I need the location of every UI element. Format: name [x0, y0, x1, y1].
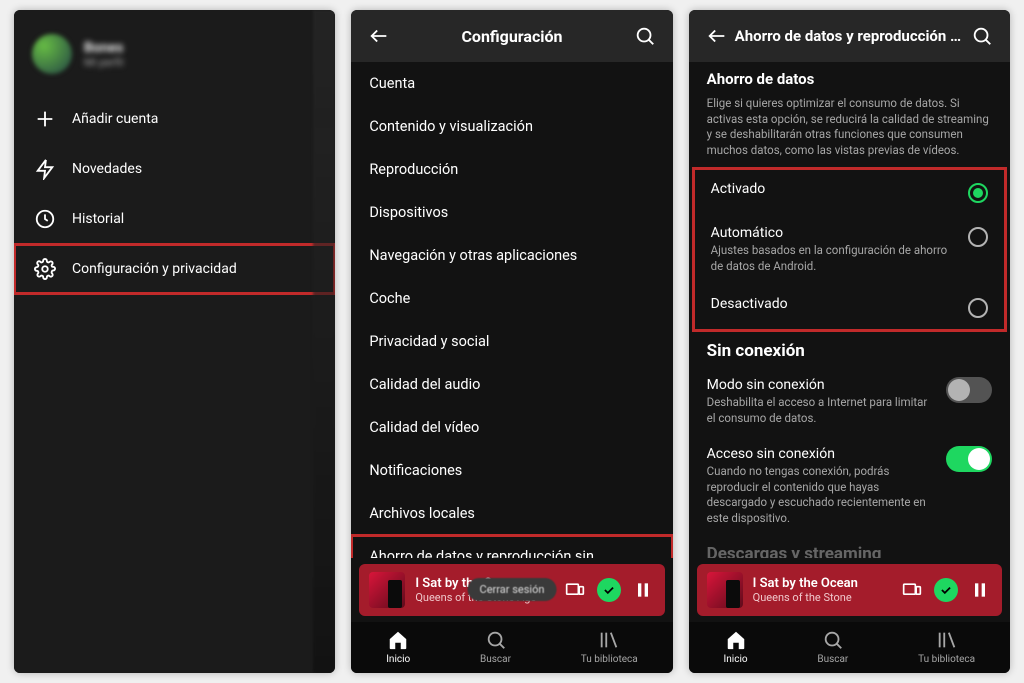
home-icon — [724, 628, 748, 652]
radio-icon — [968, 227, 988, 247]
nav-home[interactable]: Inicio — [386, 628, 410, 665]
switch-icon — [946, 446, 992, 472]
radio-group: Activado Automático Ajustes basados en l… — [693, 168, 1006, 331]
nav-search[interactable]: Buscar — [480, 628, 511, 665]
topbar: Configuración — [351, 10, 672, 62]
page-title: Ahorro de datos y reproducción sin — [729, 27, 970, 45]
profile-subtitle: Mi perfil — [84, 56, 124, 69]
menu-news[interactable]: Novedades — [14, 144, 335, 194]
hidden-heading: Descargas y streaming — [689, 536, 1010, 558]
menu-settings-privacy[interactable]: Configuración y privacidad — [14, 244, 335, 294]
settings-item[interactable]: Dispositivos — [351, 191, 672, 234]
settings-list[interactable]: Cuenta Contenido y visualización Reprodu… — [351, 62, 672, 558]
radio-automatico[interactable]: Automático Ajustes basados en la configu… — [693, 214, 1006, 285]
plus-icon — [34, 108, 56, 130]
settings-item[interactable]: Archivos locales — [351, 492, 672, 535]
data-saver-content[interactable]: Ahorro de datos Elige si quieres optimiz… — [689, 62, 1010, 558]
settings-item-data-saver[interactable]: Ahorro de datos y reproducción sin conex… — [351, 535, 672, 558]
bolt-icon — [34, 158, 56, 180]
settings-item[interactable]: Privacidad y social — [351, 320, 672, 363]
bottom-nav: Inicio Buscar Tu biblioteca — [351, 622, 672, 673]
settings-item[interactable]: Contenido y visualización — [351, 105, 672, 148]
page-title: Configuración — [391, 27, 632, 46]
avatar — [32, 34, 72, 74]
search-button[interactable] — [633, 24, 657, 48]
search-icon — [821, 628, 845, 652]
history-icon — [34, 208, 56, 230]
radio-icon — [968, 298, 988, 318]
search-icon — [484, 628, 508, 652]
library-icon — [597, 628, 621, 652]
nav-library[interactable]: Tu biblioteca — [581, 628, 638, 665]
menu-label: Historial — [72, 211, 124, 227]
menu-label: Añadir cuenta — [72, 111, 158, 127]
settings-item[interactable]: Coche — [351, 277, 672, 320]
settings-item[interactable]: Calidad del vídeo — [351, 406, 672, 449]
home-icon — [386, 628, 410, 652]
drawer-menu: Bones Mi perfil Añadir cuenta Novedades — [14, 10, 335, 673]
library-icon — [935, 628, 959, 652]
check-icon[interactable] — [934, 578, 958, 602]
back-button[interactable] — [367, 24, 391, 48]
now-playing-bar[interactable]: I Sat by the Ocean Queens of the Stone — [697, 564, 1002, 616]
settings-item[interactable]: Calidad del audio — [351, 363, 672, 406]
switch-icon — [946, 377, 992, 403]
bottom-nav: Inicio Buscar Tu biblioteca — [689, 622, 1010, 673]
settings-item[interactable]: Cuenta — [351, 62, 672, 105]
album-cover — [369, 572, 405, 608]
phone-data-saver: Ahorro de datos y reproducción sin Ahorr… — [689, 10, 1010, 673]
gear-icon — [34, 258, 56, 280]
pause-icon[interactable] — [631, 578, 655, 602]
toggle-offline-access[interactable]: Acceso sin conexión Cuando no tengas con… — [689, 436, 1010, 536]
album-cover — [707, 572, 743, 608]
menu-label: Configuración y privacidad — [72, 261, 237, 277]
section-description: Elige si quieres optimizar el consumo de… — [689, 96, 1010, 166]
radio-activado[interactable]: Activado — [693, 170, 1006, 214]
toggle-offline-mode[interactable]: Modo sin conexión Deshabilita el acceso … — [689, 367, 1010, 436]
settings-item[interactable]: Navegación y otras aplicaciones — [351, 234, 672, 277]
settings-item[interactable]: Notificaciones — [351, 449, 672, 492]
phone-drawer: Bones Mi perfil Añadir cuenta Novedades — [14, 10, 335, 673]
menu-label: Novedades — [72, 161, 142, 177]
nav-search[interactable]: Buscar — [817, 628, 848, 665]
back-button[interactable] — [705, 24, 729, 48]
phone-settings: Configuración Cuenta Contenido y visuali… — [351, 10, 672, 673]
radio-icon — [968, 183, 988, 203]
track-title: I Sat by the Ocean — [753, 576, 890, 591]
devices-icon[interactable] — [563, 578, 587, 602]
profile-header[interactable]: Bones Mi perfil — [14, 20, 335, 94]
section-heading: Sin conexión — [689, 333, 1010, 367]
nav-library[interactable]: Tu biblioteca — [918, 628, 975, 665]
topbar: Ahorro de datos y reproducción sin — [689, 10, 1010, 62]
settings-item[interactable]: Reproducción — [351, 148, 672, 191]
devices-icon[interactable] — [900, 578, 924, 602]
check-icon[interactable] — [597, 578, 621, 602]
track-artist: Queens of the Stone — [753, 591, 890, 604]
profile-name: Bones — [84, 40, 124, 56]
menu-add-account[interactable]: Añadir cuenta — [14, 94, 335, 144]
menu-history[interactable]: Historial — [14, 194, 335, 244]
section-heading: Ahorro de datos — [689, 62, 1010, 94]
overflow-pill[interactable]: Cerrar sesión — [468, 578, 557, 601]
pause-icon[interactable] — [968, 578, 992, 602]
search-button[interactable] — [970, 24, 994, 48]
radio-desactivado[interactable]: Desactivado — [693, 285, 1006, 329]
background-peek — [313, 10, 335, 673]
nav-home[interactable]: Inicio — [724, 628, 748, 665]
